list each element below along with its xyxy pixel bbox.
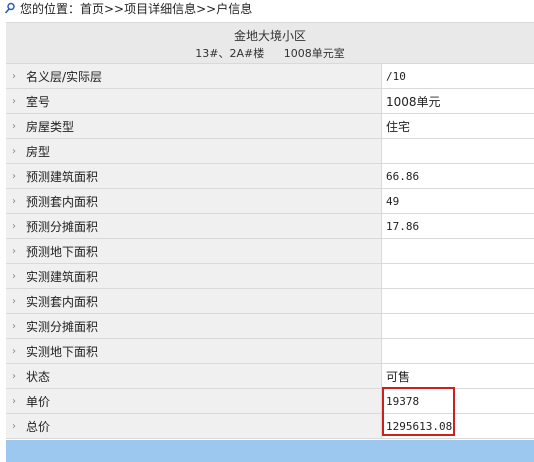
row-label-text: 房型: [26, 144, 51, 159]
chevron-right-icon: ›: [12, 420, 16, 432]
row-label-text: 预测分摊面积: [26, 219, 99, 234]
project-name: 金地大境小区: [233, 29, 306, 43]
row-value: [382, 139, 534, 163]
row-label: › 房型: [6, 139, 382, 163]
row-label: › 实测套内面积: [6, 289, 382, 313]
chevron-right-icon: ›: [12, 245, 16, 257]
row-value: 可售: [382, 364, 534, 388]
table-header: 金地大境小区 13#、2A#楼 1008单元室: [6, 23, 534, 64]
row-label-text: 预测建筑面积: [26, 169, 99, 184]
breadcrumb: 您的位置：首页>>项目详细信息>>户信息: [4, 0, 252, 16]
row-label-text: 单价: [26, 394, 51, 409]
row-value: [382, 314, 534, 338]
row-label-text: 室号: [26, 94, 51, 109]
row-value: [382, 289, 534, 313]
row-value: [382, 339, 534, 363]
row-label: › 名义层/实际层: [6, 64, 382, 88]
row-label-text: 预测套内面积: [26, 194, 99, 209]
row-label-text: 预测地下面积: [26, 244, 99, 259]
row-label: › 实测建筑面积: [6, 264, 382, 288]
row-label-text: 实测套内面积: [26, 294, 99, 309]
table-row: › 预测套内面积 49: [6, 189, 534, 214]
row-value: [382, 239, 534, 263]
table-row: › 房型: [6, 139, 534, 164]
row-label: › 室号: [6, 89, 382, 113]
chevron-right-icon: ›: [12, 120, 16, 132]
row-value: /10: [382, 64, 534, 88]
row-label-text: 实测分摊面积: [26, 319, 99, 334]
table-body: › 名义层/实际层/10 › 室号 1008单元 › 房屋类型 住宅 › 房型 › 预测建筑面积 66.…: [6, 64, 534, 439]
chevron-right-icon: ›: [12, 70, 16, 82]
building-number: 13#、2A#楼: [195, 47, 265, 60]
chevron-right-icon: ›: [12, 145, 16, 157]
chevron-right-icon: ›: [12, 295, 16, 307]
table-row: › 房屋类型 住宅: [6, 114, 534, 139]
row-value: 19378: [382, 389, 534, 413]
row-label-text: 名义层/实际层: [26, 69, 103, 84]
row-label-text: 实测地下面积: [26, 344, 99, 359]
location-pin-icon: [4, 2, 15, 14]
table-row: › 预测建筑面积 66.86: [6, 164, 534, 189]
row-label-text: 实测建筑面积: [26, 269, 99, 284]
table-row: › 预测地下面积: [6, 239, 534, 264]
chevron-right-icon: ›: [12, 395, 16, 407]
room-number: 1008单元室: [283, 47, 345, 60]
chevron-right-icon: ›: [12, 195, 16, 207]
row-value: 17.86: [382, 214, 534, 238]
chevron-right-icon: ›: [12, 370, 16, 382]
row-label: › 总价: [6, 414, 382, 438]
chevron-right-icon: ›: [12, 170, 16, 182]
row-label: › 预测套内面积: [6, 189, 382, 213]
row-label-text: 总价: [26, 419, 51, 434]
chevron-right-icon: ›: [12, 345, 16, 357]
row-label: › 状态: [6, 364, 382, 388]
row-label: › 预测建筑面积: [6, 164, 382, 188]
table-row: › 室号 1008单元: [6, 89, 534, 114]
chevron-right-icon: ›: [12, 220, 16, 232]
table-row: › 预测分摊面积 17.86: [6, 214, 534, 239]
row-value: 1008单元: [382, 89, 534, 113]
row-label-text: 房屋类型: [26, 119, 75, 134]
table-row: › 实测建筑面积: [6, 264, 534, 289]
row-value: 49: [382, 189, 534, 213]
table-row: › 实测分摊面积: [6, 314, 534, 339]
table-row: › 实测套内面积: [6, 289, 534, 314]
row-label: › 单价: [6, 389, 382, 413]
unit-identifier: 13#、2A#楼 1008单元室: [6, 45, 534, 61]
table-row: › 单价 19378: [6, 389, 534, 414]
chevron-right-icon: ›: [12, 95, 16, 107]
row-label: › 预测分摊面积: [6, 214, 382, 238]
row-value: 1295613.08: [382, 414, 534, 438]
row-label-text: 状态: [26, 369, 51, 384]
breadcrumb-text: 您的位置：首页>>项目详细信息>>户信息: [20, 1, 253, 16]
row-label: › 预测地下面积: [6, 239, 382, 263]
unit-info-table: 金地大境小区 13#、2A#楼 1008单元室 › 名义层/实际层/10 › 室号 10…: [6, 22, 534, 439]
row-value: 住宅: [382, 114, 534, 138]
row-label: › 房屋类型: [6, 114, 382, 138]
table-row: › 名义层/实际层/10: [6, 64, 534, 89]
row-label: › 实测分摊面积: [6, 314, 382, 338]
row-value: [382, 264, 534, 288]
chevron-right-icon: ›: [12, 320, 16, 332]
chevron-right-icon: ›: [12, 270, 16, 282]
table-row: › 实测地下面积: [6, 339, 534, 364]
table-row: › 总价 1295613.08: [6, 414, 534, 439]
row-label: › 实测地下面积: [6, 339, 382, 363]
table-row: › 状态 可售: [6, 364, 534, 389]
row-value: 66.86: [382, 164, 534, 188]
bottom-bar: [6, 440, 534, 462]
